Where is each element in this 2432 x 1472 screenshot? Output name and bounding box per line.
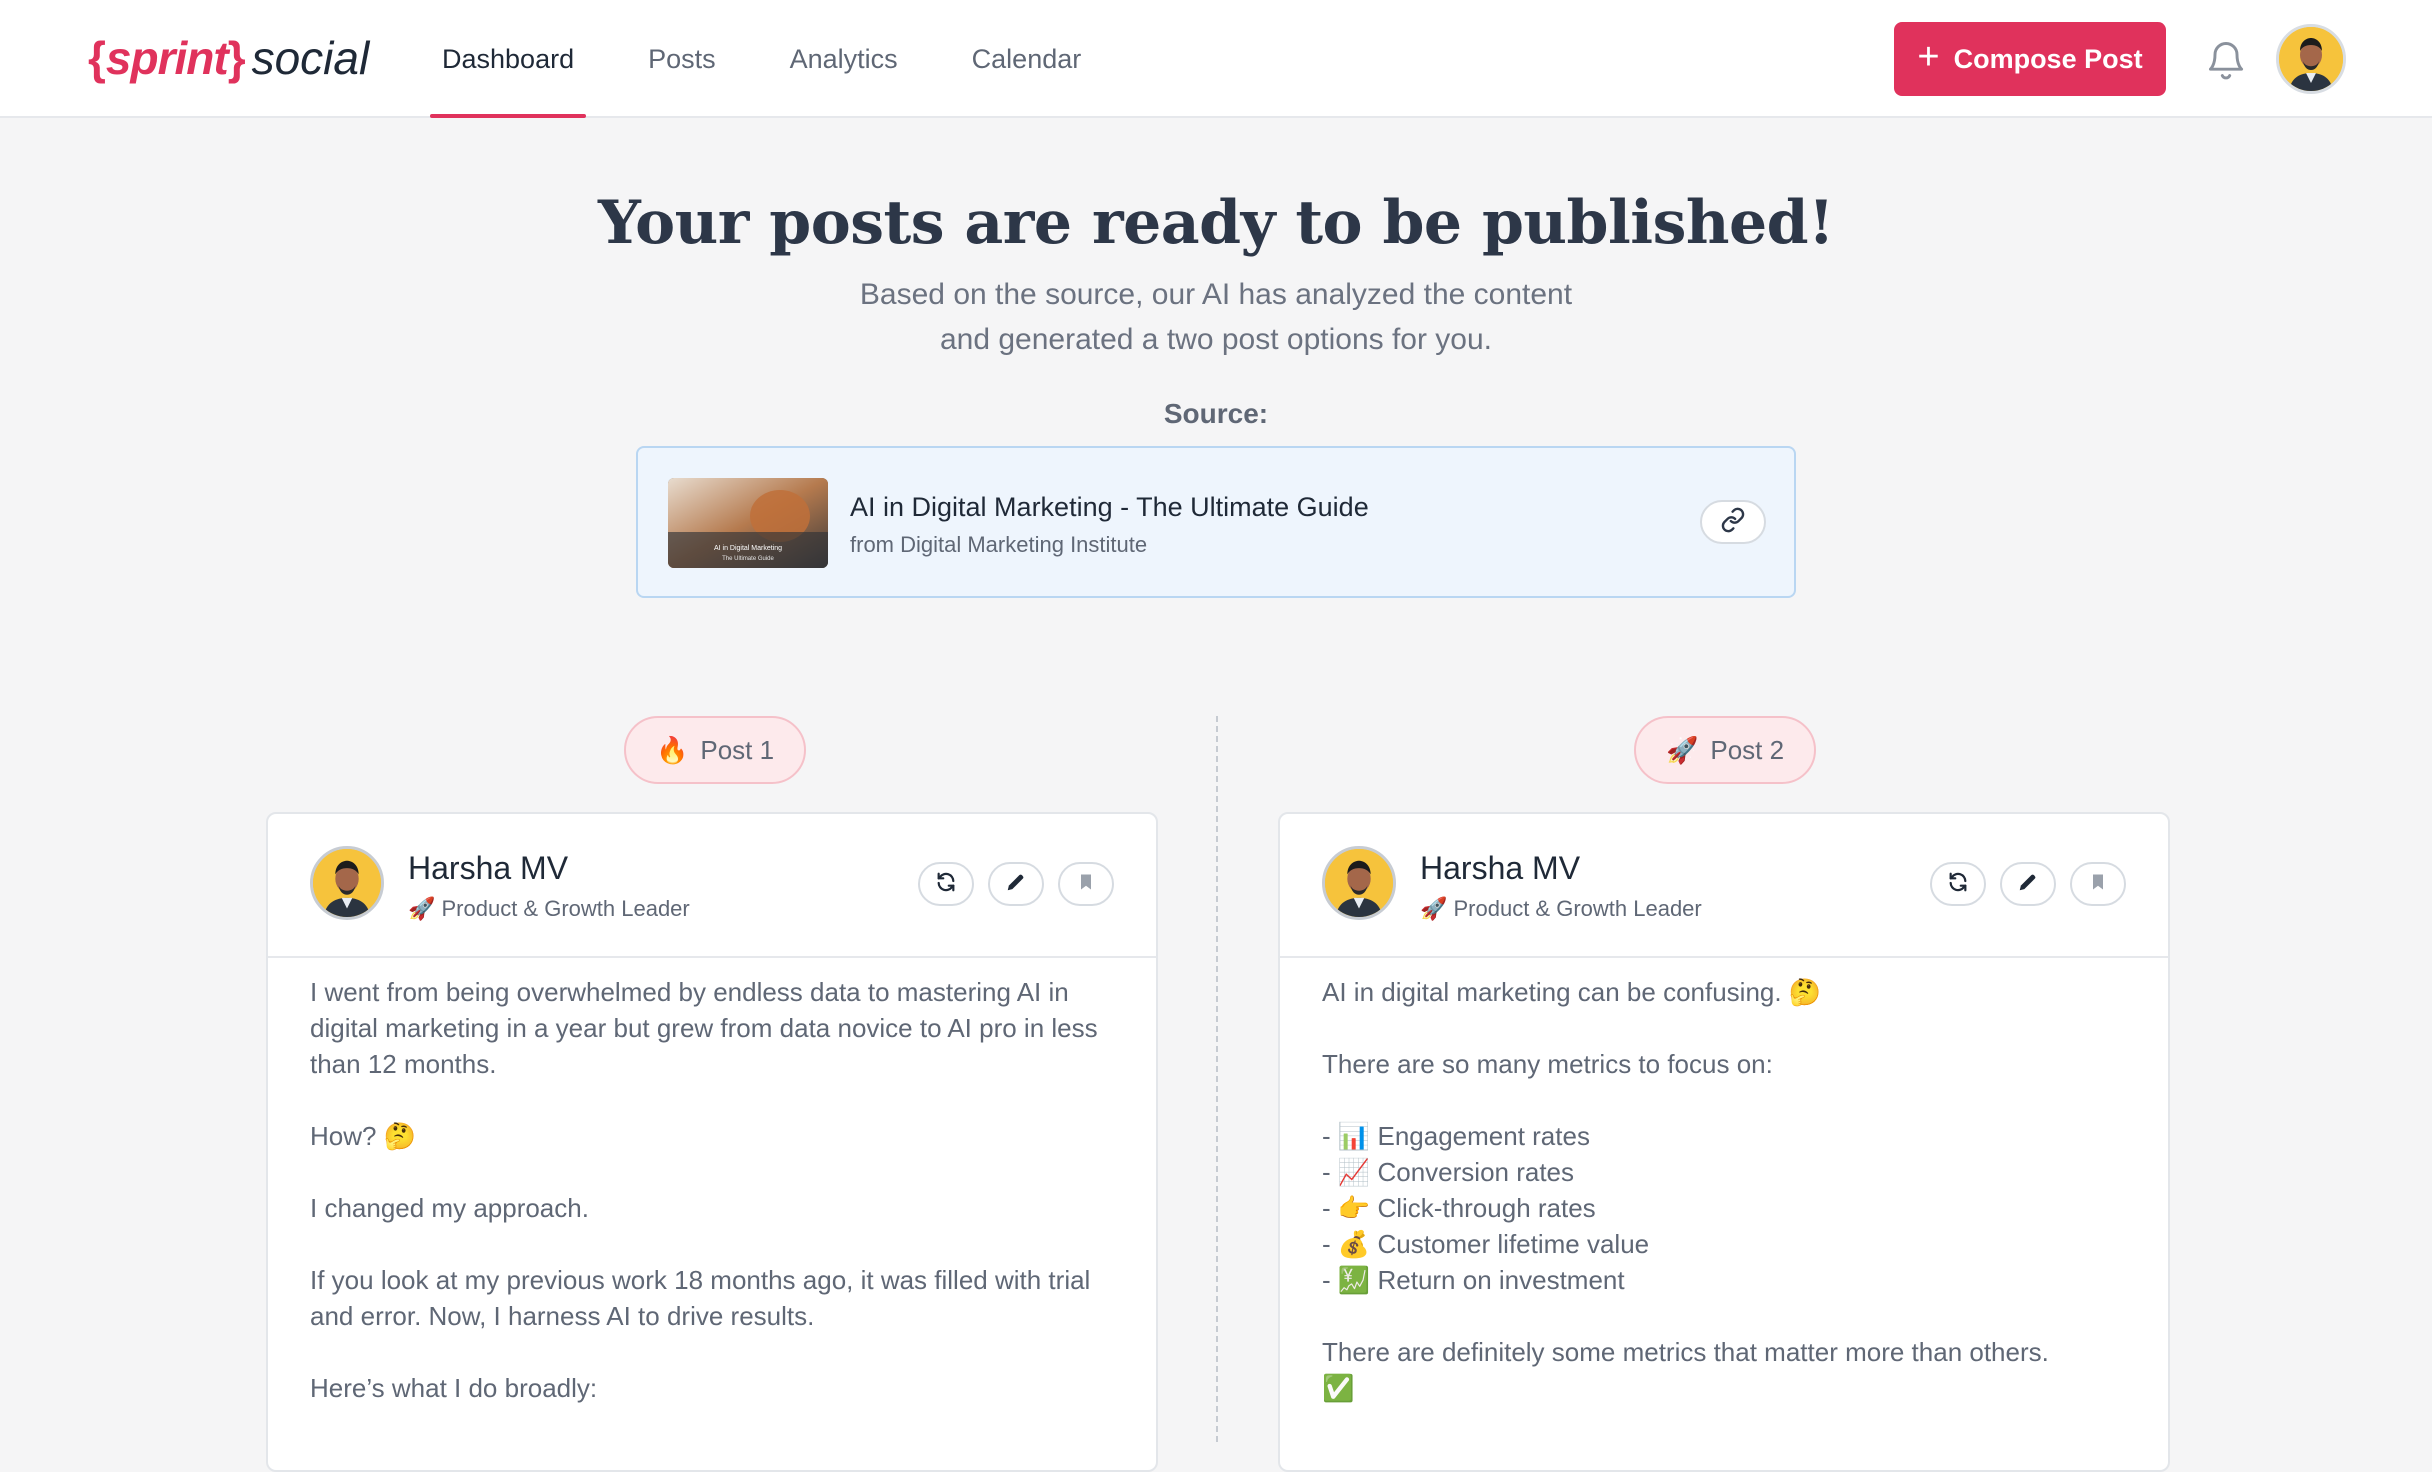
bookmark-icon [2088, 871, 2108, 898]
post-body: AI in digital marketing can be confusing… [1322, 974, 2126, 1406]
post-paragraph: Here’s what I do broadly: [310, 1373, 598, 1403]
page-title: Your posts are ready to be published! [598, 188, 1834, 258]
author-name: Harsha MV [1420, 850, 1581, 886]
compose-post-button[interactable]: + Compose Post [1894, 22, 2166, 96]
tab-post-2[interactable]: 🚀 Post 2 [1634, 716, 1817, 784]
source-thumbnail: AI in Digital Marketing The Ultimate Gui… [668, 478, 828, 568]
post-card-header: Harsha MV 🚀 Product & Growth Leader [1280, 814, 2168, 958]
main-nav: Dashboard Posts Analytics Calendar [430, 0, 1143, 118]
post-actions [1930, 862, 2126, 906]
rocket-icon: 🚀 [1666, 734, 1699, 765]
author-name: Harsha MV [408, 850, 569, 886]
post-card-header: Harsha MV 🚀 Product & Growth Leader [268, 814, 1156, 958]
post-card-2: Harsha MV 🚀 Product & Growth Leader AI i… [1278, 812, 2170, 1472]
post-paragraph: How? 🤔 [310, 1121, 417, 1151]
plus-icon: + [1917, 36, 1940, 78]
post-closing: There are definitely some metrics that m… [1322, 1337, 2049, 1367]
bell-icon[interactable] [2204, 36, 2248, 84]
logo-open-brace: { [88, 32, 106, 84]
fire-icon: 🔥 [656, 734, 689, 765]
bookmark-icon [1076, 871, 1096, 898]
list-item: - 💹 Return on investment [1322, 1265, 1625, 1295]
bookmark-button[interactable] [1058, 862, 1114, 906]
tab-post-1-label: Post 1 [700, 734, 775, 765]
check-icon: ✅ [1322, 1373, 1355, 1403]
author-role: 🚀 Product & Growth Leader [408, 896, 690, 921]
post-card-1: Harsha MV 🚀 Product & Growth Leader I we… [266, 812, 1158, 1472]
regenerate-button[interactable] [918, 862, 974, 906]
metrics-list: - 📊 Engagement rates - 📈 Conversion rate… [1322, 1118, 2126, 1298]
post-paragraph: I changed my approach. [310, 1193, 589, 1223]
subtitle-line-1: Based on the source, our AI has analyzed… [859, 278, 1573, 311]
author-avatar [310, 846, 384, 920]
logo-sprint: sprint [105, 32, 229, 84]
app-logo[interactable]: { sprint } social [88, 28, 369, 88]
author-avatar [1322, 846, 1396, 920]
logo-close-brace: } [227, 32, 246, 84]
tab-post-1[interactable]: 🔥 Post 1 [624, 716, 807, 784]
logo-social: social [251, 32, 370, 84]
subtitle-line-2: and generated a two post options for you… [939, 323, 1493, 356]
pencil-icon [2017, 871, 2039, 898]
post-divider [1216, 716, 1218, 1442]
regenerate-button[interactable] [1930, 862, 1986, 906]
user-avatar[interactable] [2276, 24, 2346, 94]
post-actions [918, 862, 1114, 906]
post-paragraph: If you look at my previous work 18 month… [310, 1265, 1091, 1331]
compose-post-label: Compose Post [1953, 43, 2143, 74]
tab-post-2-label: Post 2 [1710, 734, 1785, 765]
nav-analytics[interactable]: Analytics [778, 0, 910, 118]
source-title[interactable]: AI in Digital Marketing - The Ultimate G… [850, 492, 1369, 523]
refresh-icon [935, 871, 957, 898]
list-item: - 💰 Customer lifetime value [1322, 1229, 1650, 1259]
list-item: - 👉 Click-through rates [1322, 1193, 1596, 1223]
thumb-caption-1: AI in Digital Marketing [714, 545, 782, 552]
source-publisher: from Digital Marketing Institute [850, 532, 1148, 557]
author-role: 🚀 Product & Growth Leader [1420, 896, 1702, 921]
bookmark-button[interactable] [2070, 862, 2126, 906]
nav-dashboard[interactable]: Dashboard [430, 0, 587, 118]
refresh-icon [1947, 871, 1969, 898]
edit-button[interactable] [2000, 862, 2056, 906]
source-link-button[interactable] [1700, 500, 1766, 544]
list-item: - 📈 Conversion rates [1322, 1157, 1575, 1187]
thumb-caption-2: The Ultimate Guide [722, 556, 774, 562]
pencil-icon [1005, 871, 1027, 898]
list-item: - 📊 Engagement rates [1322, 1121, 1590, 1151]
post-intro: AI in digital marketing can be confusing… [1322, 977, 1822, 1007]
post-paragraph: I went from being overwhelmed by endless… [310, 977, 1098, 1079]
link-icon [1720, 507, 1746, 538]
nav-calendar[interactable]: Calendar [960, 0, 1094, 118]
edit-button[interactable] [988, 862, 1044, 906]
source-label: Source: [1163, 398, 1269, 429]
top-navbar: { sprint } social Dashboard Posts Analyt… [0, 0, 2432, 118]
post-body: I went from being overwhelmed by endless… [310, 974, 1114, 1442]
post-lead: There are so many metrics to focus on: [1322, 1049, 1773, 1079]
page-subtitle: Based on the source, our AI has analyzed… [716, 272, 1716, 362]
nav-posts[interactable]: Posts [636, 0, 728, 118]
source-card[interactable]: AI in Digital Marketing The Ultimate Gui… [636, 446, 1796, 598]
